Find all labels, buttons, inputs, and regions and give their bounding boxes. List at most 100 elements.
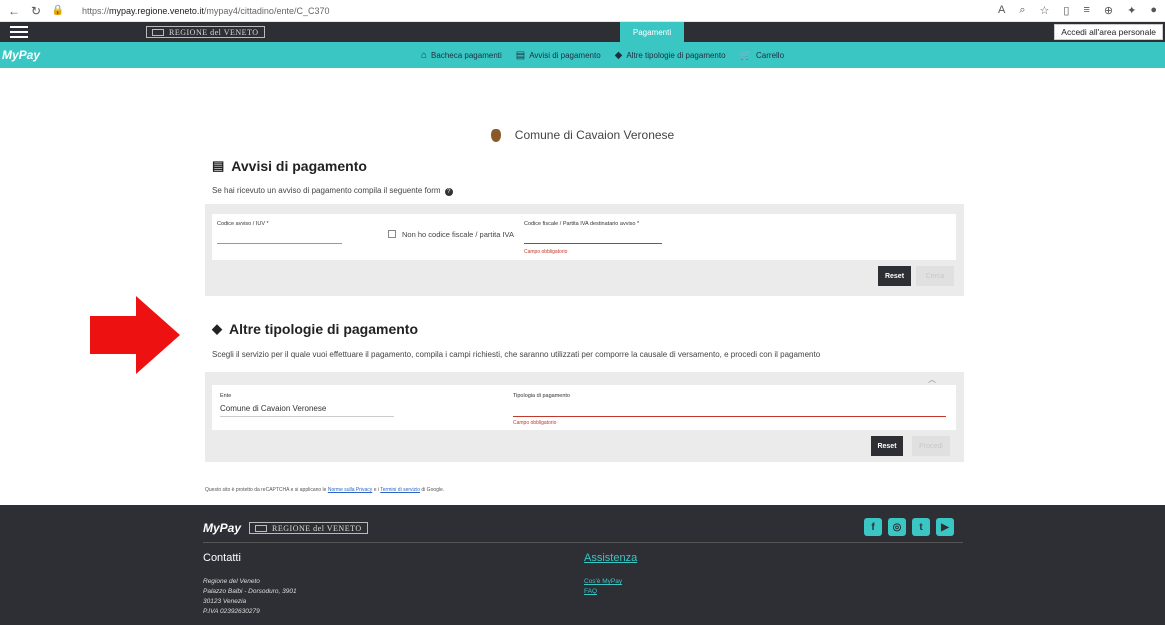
nav-item-label: Carrello xyxy=(756,50,785,60)
no-cf-label: Non ho codice fiscale / partita IVA xyxy=(402,230,515,239)
footer: MyPay REGIONE del VENETO f ◎ t ▶ Contatt… xyxy=(0,505,1165,625)
read-aloud-icon[interactable]: A xyxy=(998,4,1005,17)
privacy-link[interactable]: Norme sulla Privacy xyxy=(328,487,372,493)
footer-mypay-logo[interactable]: MyPay xyxy=(203,521,241,535)
collapse-icon[interactable]: ︿ xyxy=(928,374,936,385)
codice-avviso-input[interactable] xyxy=(217,243,342,244)
nav-items: ⌂ Bacheca pagamenti ▤ Avvisi di pagament… xyxy=(421,42,784,68)
nav-item-avvisi[interactable]: ▤ Avvisi di pagamento xyxy=(516,50,601,61)
address-line: Regione del Veneto xyxy=(203,578,260,585)
no-cf-checkbox[interactable] xyxy=(388,230,396,238)
address-line: Palazzo Balbi - Dorsoduro, 3901 xyxy=(203,588,297,595)
extensions-icon[interactable]: ✦ xyxy=(1127,4,1136,17)
favorites-list-icon[interactable]: ≡ xyxy=(1083,4,1089,17)
footer-regione-text: REGIONE del VENETO xyxy=(272,523,362,533)
address-bar[interactable]: https://mypay.regione.veneto.it/mypay4/c… xyxy=(82,6,329,16)
tipologia-select[interactable] xyxy=(513,416,946,417)
browser-toolbar: ← ↻ 🔒 https://mypay.regione.veneto.it/my… xyxy=(0,0,1165,22)
avvisi-description: Se hai ricevuto un avviso di pagamento c… xyxy=(212,186,453,196)
back-icon[interactable]: ← xyxy=(6,4,22,18)
url-prefix: https:// xyxy=(82,5,110,16)
nav-item-label: Bacheca pagamenti xyxy=(431,50,502,60)
avvisi-title-text: Avvisi di pagamento xyxy=(231,158,367,174)
footer-regione-logo[interactable]: REGIONE del VENETO xyxy=(249,522,368,534)
procedi-button[interactable]: Procedi xyxy=(912,436,950,456)
ente-select[interactable] xyxy=(220,416,394,417)
recaptcha-text: Questo sito è protetto da reCAPTCHA e si… xyxy=(205,487,328,493)
codice-avviso-label: Codice avviso / IUV * xyxy=(217,221,269,227)
nav-item-label: Altre tipologie di pagamento xyxy=(626,50,726,60)
altre-title-text: Altre tipologie di pagamento xyxy=(229,321,419,337)
flag-icon xyxy=(152,28,164,36)
twitter-icon[interactable]: t xyxy=(912,518,930,536)
ente-label: Ente xyxy=(220,393,232,399)
avvisi-form: Codice avviso / IUV * Non ho codice fisc… xyxy=(212,214,956,260)
youtube-icon[interactable]: ▶ xyxy=(936,518,954,536)
recaptcha-after: di Google. xyxy=(420,487,445,493)
lock-icon: 🔒 xyxy=(51,5,65,16)
codice-fiscale-input[interactable] xyxy=(524,243,662,244)
assistenza-heading[interactable]: Assistenza xyxy=(584,552,637,564)
regione-logo-text: REGIONE del VENETO xyxy=(169,27,259,37)
avvisi-reset-button[interactable]: Reset xyxy=(878,266,911,286)
nav-item-bacheca[interactable]: ⌂ Bacheca pagamenti xyxy=(421,50,502,61)
tag-icon: ◆ xyxy=(614,49,623,61)
altre-form: Ente Comune di Cavaion Veronese Tipologi… xyxy=(212,385,956,430)
recaptcha-notice: Questo sito è protetto da reCAPTCHA e si… xyxy=(205,487,444,493)
flag-icon xyxy=(255,524,268,532)
faq-link[interactable]: FAQ xyxy=(584,587,622,597)
help-icon[interactable]: ? xyxy=(444,188,453,196)
url-domain: mypay.regione.veneto.it xyxy=(109,5,204,16)
avvisi-title: ▤ Avvisi di pagamento xyxy=(212,158,367,174)
split-screen-icon[interactable]: ▯ xyxy=(1063,4,1069,17)
altre-title: ◆ Altre tipologie di pagamento xyxy=(212,321,418,337)
footer-address: Regione del Veneto Palazzo Balbi - Dorso… xyxy=(203,577,297,617)
document-icon: ▤ xyxy=(515,49,526,61)
regione-veneto-logo[interactable]: REGIONE del VENETO xyxy=(146,26,265,38)
main-nav: MyPay ⌂ Bacheca pagamenti ▤ Avvisi di pa… xyxy=(0,42,1165,68)
terms-link[interactable]: Termini di servizio xyxy=(380,487,420,493)
address-line: P.IVA 02392630279 xyxy=(203,608,260,615)
footer-divider xyxy=(203,542,963,543)
document-icon: ▤ xyxy=(212,158,225,173)
refresh-icon[interactable]: ↻ xyxy=(28,4,44,18)
tipologia-label: Tipologia di pagamento xyxy=(513,393,570,399)
avvisi-search-button[interactable]: Cerca xyxy=(916,266,954,286)
altre-reset-button[interactable]: Reset xyxy=(871,436,903,456)
ente-name: Comune di Cavaion Veronese xyxy=(514,128,675,142)
top-bar: REGIONE del VENETO Pagamenti Accedi all'… xyxy=(0,22,1165,42)
cos-e-mypay-link[interactable]: Cos'è MyPay xyxy=(584,577,622,587)
tab-pagamenti[interactable]: Pagamenti xyxy=(620,22,684,42)
cart-icon: 🛒 xyxy=(739,49,753,61)
url-path: /mypay4/cittadino/ente/C_C370 xyxy=(203,5,330,16)
altre-form-panel: ︿ Ente Comune di Cavaion Veronese Tipolo… xyxy=(205,372,964,462)
ente-value[interactable]: Comune di Cavaion Veronese xyxy=(220,404,326,413)
social-links: f ◎ t ▶ xyxy=(864,518,954,536)
codice-fiscale-label: Codice fiscale / Partita IVA destinatari… xyxy=(524,221,640,227)
collections-icon[interactable]: ⊕ xyxy=(1104,4,1113,17)
nav-item-carrello[interactable]: 🛒 Carrello xyxy=(740,50,784,61)
tag-icon: ◆ xyxy=(212,321,222,336)
mypay-logo[interactable]: MyPay xyxy=(2,48,40,62)
home-icon: ⌂ xyxy=(421,49,428,61)
ente-header: Comune di Cavaion Veronese xyxy=(0,128,1165,142)
coat-of-arms-icon xyxy=(490,128,501,142)
facebook-icon[interactable]: f xyxy=(864,518,882,536)
footer-logos: MyPay REGIONE del VENETO xyxy=(203,521,368,535)
avvisi-description-text: Se hai ricevuto un avviso di pagamento c… xyxy=(212,186,441,195)
instagram-icon[interactable]: ◎ xyxy=(888,518,906,536)
browser-actions: A ⌕ ☆ ▯ ≡ ⊕ ✦ ● xyxy=(998,4,1165,17)
altre-description: Scegli il servizio per il quale vuoi eff… xyxy=(212,350,821,359)
address-line: 30123 Venezia xyxy=(203,598,247,605)
avvisi-form-panel: Codice avviso / IUV * Non ho codice fisc… xyxy=(205,204,964,296)
red-arrow xyxy=(90,296,180,374)
nav-item-label: Avvisi di pagamento xyxy=(529,50,601,60)
menu-icon[interactable] xyxy=(10,26,28,38)
login-button[interactable]: Accedi all'area personale xyxy=(1054,24,1163,40)
tipologia-error: Campo obbligatorio xyxy=(513,420,557,426)
favorite-icon[interactable]: ☆ xyxy=(1040,4,1050,17)
profile-icon[interactable]: ● xyxy=(1150,4,1157,17)
contatti-heading: Contatti xyxy=(203,552,241,564)
nav-item-altre-tipologie[interactable]: ◆ Altre tipologie di pagamento xyxy=(615,50,726,61)
zoom-icon[interactable]: ⌕ xyxy=(1019,4,1025,17)
